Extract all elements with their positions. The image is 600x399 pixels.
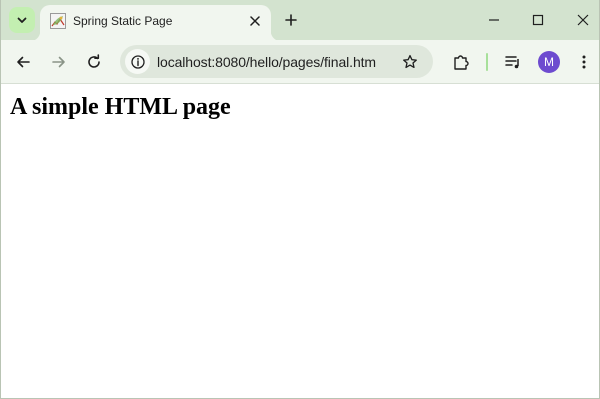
arrow-left-icon: [17, 56, 30, 68]
extensions-button[interactable]: [449, 50, 473, 74]
reload-icon: [88, 54, 100, 68]
media-control-icon: [505, 56, 519, 69]
site-info-button[interactable]: [125, 49, 150, 74]
menu-button[interactable]: [572, 50, 596, 74]
bookmark-button[interactable]: [399, 51, 421, 73]
maximize-button[interactable]: [525, 8, 551, 32]
media-control-button[interactable]: [501, 50, 525, 74]
toolbar-divider: [486, 53, 488, 71]
page-heading: A simple HTML page: [10, 94, 231, 120]
tab-title: Spring Static Page: [73, 14, 173, 28]
url-host: localhost: [157, 54, 212, 70]
close-icon: [577, 14, 589, 26]
close-window-button[interactable]: [570, 8, 596, 32]
close-icon: [250, 16, 260, 26]
plus-icon: [285, 14, 297, 26]
kebab-menu-icon: [582, 55, 586, 69]
spring-leaf-icon: [50, 13, 66, 29]
new-tab-button[interactable]: [280, 9, 302, 31]
browser-window: Spring Static Page localhost:8080/hello/…: [0, 0, 600, 399]
url-text: localhost:8080/hello/pages/final.htm: [157, 54, 376, 70]
tab-search-button[interactable]: [9, 7, 35, 33]
star-icon: [403, 54, 417, 69]
arrow-right-icon: [52, 56, 65, 68]
forward-button[interactable]: [47, 50, 71, 74]
tab-active[interactable]: Spring Static Page: [30, 5, 281, 41]
tab-strip: Spring Static Page: [1, 0, 599, 41]
browser-toolbar: localhost:8080/hello/pages/final.htm M: [1, 40, 599, 84]
puzzle-icon: [454, 55, 469, 70]
minimize-icon: [489, 19, 499, 21]
reload-button[interactable]: [82, 50, 106, 74]
info-icon: [130, 54, 145, 69]
minimize-button[interactable]: [481, 8, 507, 32]
back-button[interactable]: [11, 50, 35, 74]
chevron-down-icon: [17, 17, 27, 23]
close-tab-button[interactable]: [245, 11, 265, 31]
url-path: :8080/hello/pages/final.htm: [211, 54, 376, 70]
address-bar[interactable]: localhost:8080/hello/pages/final.htm: [120, 45, 433, 78]
profile-avatar[interactable]: M: [538, 51, 560, 73]
maximize-icon: [532, 14, 544, 26]
page-content: A simple HTML page: [1, 85, 599, 398]
